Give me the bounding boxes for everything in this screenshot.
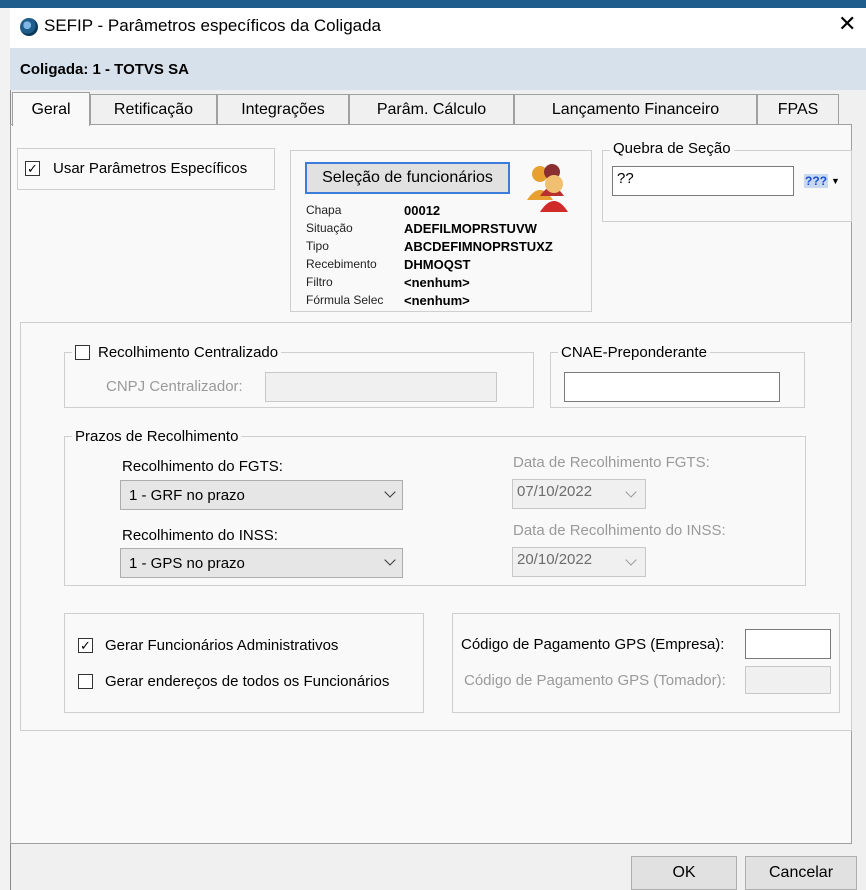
- recolhimento-centralizado-label: Recolhimento Centralizado: [98, 344, 279, 361]
- filtro-value: <nenhum>: [404, 275, 470, 290]
- tab-lancamento-financeiro[interactable]: Lançamento Financeiro: [514, 94, 757, 124]
- cnae-legend: CNAE-Preponderante: [558, 344, 710, 361]
- recebimento-key: Recebimento: [306, 257, 377, 271]
- data-inss-picker[interactable]: 20/10/2022: [512, 547, 646, 577]
- coligada-label: Coligada: 1 - TOTVS SA: [20, 61, 189, 78]
- tab-label: Geral: [31, 100, 71, 118]
- gps-codes-group: [452, 613, 840, 713]
- background-app-strip: [0, 0, 866, 8]
- recolhimento-fgts-label: Recolhimento do FGTS:: [122, 458, 283, 475]
- window-title: SEFIP - Parâmetros específicos da Coliga…: [44, 16, 382, 35]
- cnae-input[interactable]: [564, 372, 780, 402]
- usar-parametros-label: Usar Parâmetros Específicos: [53, 160, 248, 177]
- data-inss-value: 20/10/2022: [517, 551, 593, 568]
- cnpj-centralizador-label: CNPJ Centralizador:: [106, 378, 243, 395]
- chevron-down-icon: [384, 486, 396, 498]
- quebra-secao-legend: Quebra de Seção: [610, 140, 734, 157]
- quebra-secao-input[interactable]: ??: [612, 166, 794, 196]
- recolhimento-inss-select[interactable]: 1 - GPS no prazo: [120, 548, 403, 578]
- chevron-down-icon: [625, 554, 637, 566]
- formula-selec-key: Fórmula Selec: [306, 293, 384, 307]
- close-icon[interactable]: ✕: [838, 13, 856, 35]
- gerar-admin-label: Gerar Funcionários Administrativos: [105, 637, 339, 654]
- gerar-admin-checkbox[interactable]: ✓: [78, 638, 93, 653]
- selecao-funcionarios-button[interactable]: Seleção de funcionários: [305, 162, 510, 194]
- tab-label: Lançamento Financeiro: [551, 100, 720, 118]
- recolhimento-centralizado-checkbox[interactable]: [75, 345, 90, 360]
- app-globe-icon: [20, 18, 38, 36]
- tab-fpas[interactable]: FPAS: [757, 94, 839, 124]
- tab-label: Parâm. Cálculo: [376, 100, 487, 118]
- data-fgts-label: Data de Recolhimento FGTS:: [513, 454, 710, 471]
- selecao-details: Chapa 00012 Situação ADEFILMOPRSTUVW Tip…: [306, 202, 553, 309]
- recolhimento-fgts-select[interactable]: 1 - GRF no prazo: [120, 480, 403, 510]
- tab-label: Retificação: [113, 100, 194, 118]
- formula-selec-value: <nenhum>: [404, 293, 470, 308]
- chevron-down-icon: [384, 554, 396, 566]
- tab-retificacao[interactable]: Retificação: [90, 94, 217, 124]
- prazos-recolhimento-legend: Prazos de Recolhimento: [72, 428, 242, 445]
- tab-label: FPAS: [777, 100, 819, 118]
- cancel-label: Cancelar: [768, 864, 834, 881]
- chapa-value: 00012: [404, 203, 441, 218]
- gerar-enderecos-checkbox[interactable]: [78, 674, 93, 689]
- recolhimento-fgts-value: 1 - GRF no prazo: [129, 486, 245, 504]
- gerar-options-group: [64, 613, 424, 713]
- tab-param-calculo[interactable]: Parâm. Cálculo: [349, 94, 514, 124]
- cancel-button[interactable]: Cancelar: [745, 856, 857, 890]
- recolhimento-inss-value: 1 - GPS no prazo: [129, 554, 245, 572]
- ok-label: OK: [672, 864, 696, 881]
- data-fgts-picker[interactable]: 07/10/2022: [512, 479, 646, 509]
- recebimento-value: DHMOQST: [404, 257, 471, 272]
- tab-integracoes[interactable]: Integrações: [217, 94, 349, 124]
- gerar-enderecos-label: Gerar endereços de todos os Funcionários: [105, 673, 390, 690]
- quebra-secao-lookup-button[interactable]: ??? ▼: [800, 166, 844, 196]
- usar-parametros-checkbox[interactable]: ✓: [25, 161, 40, 176]
- gps-empresa-label: Código de Pagamento GPS (Empresa):: [461, 636, 725, 653]
- selecao-button-label: Seleção de funcionários: [322, 169, 493, 186]
- data-inss-label: Data de Recolhimento do INSS:: [513, 522, 726, 539]
- ok-button[interactable]: OK: [631, 856, 737, 890]
- dropdown-arrow-icon: ▼: [831, 176, 840, 186]
- data-fgts-value: 07/10/2022: [517, 483, 593, 500]
- chevron-down-icon: [625, 486, 637, 498]
- situacao-key: Situação: [306, 221, 353, 235]
- lookup-label: ???: [804, 174, 829, 188]
- recolhimento-centralizado-legend: Recolhimento Centralizado: [72, 344, 282, 361]
- cnpj-centralizador-input[interactable]: [265, 372, 497, 402]
- gps-tomador-input[interactable]: [745, 666, 831, 694]
- tab-label: Integrações: [241, 100, 325, 118]
- tipo-value: ABCDEFIMNOPRSTUXZ: [404, 239, 553, 254]
- tab-geral[interactable]: Geral: [12, 92, 90, 126]
- tipo-key: Tipo: [306, 239, 329, 253]
- gps-tomador-label: Código de Pagamento GPS (Tomador):: [464, 672, 726, 689]
- recolhimento-inss-label: Recolhimento do INSS:: [122, 527, 278, 544]
- chapa-key: Chapa: [306, 203, 342, 217]
- gps-empresa-input[interactable]: [745, 629, 831, 659]
- filtro-key: Filtro: [306, 275, 333, 289]
- situacao-value: ADEFILMOPRSTUVW: [404, 221, 537, 236]
